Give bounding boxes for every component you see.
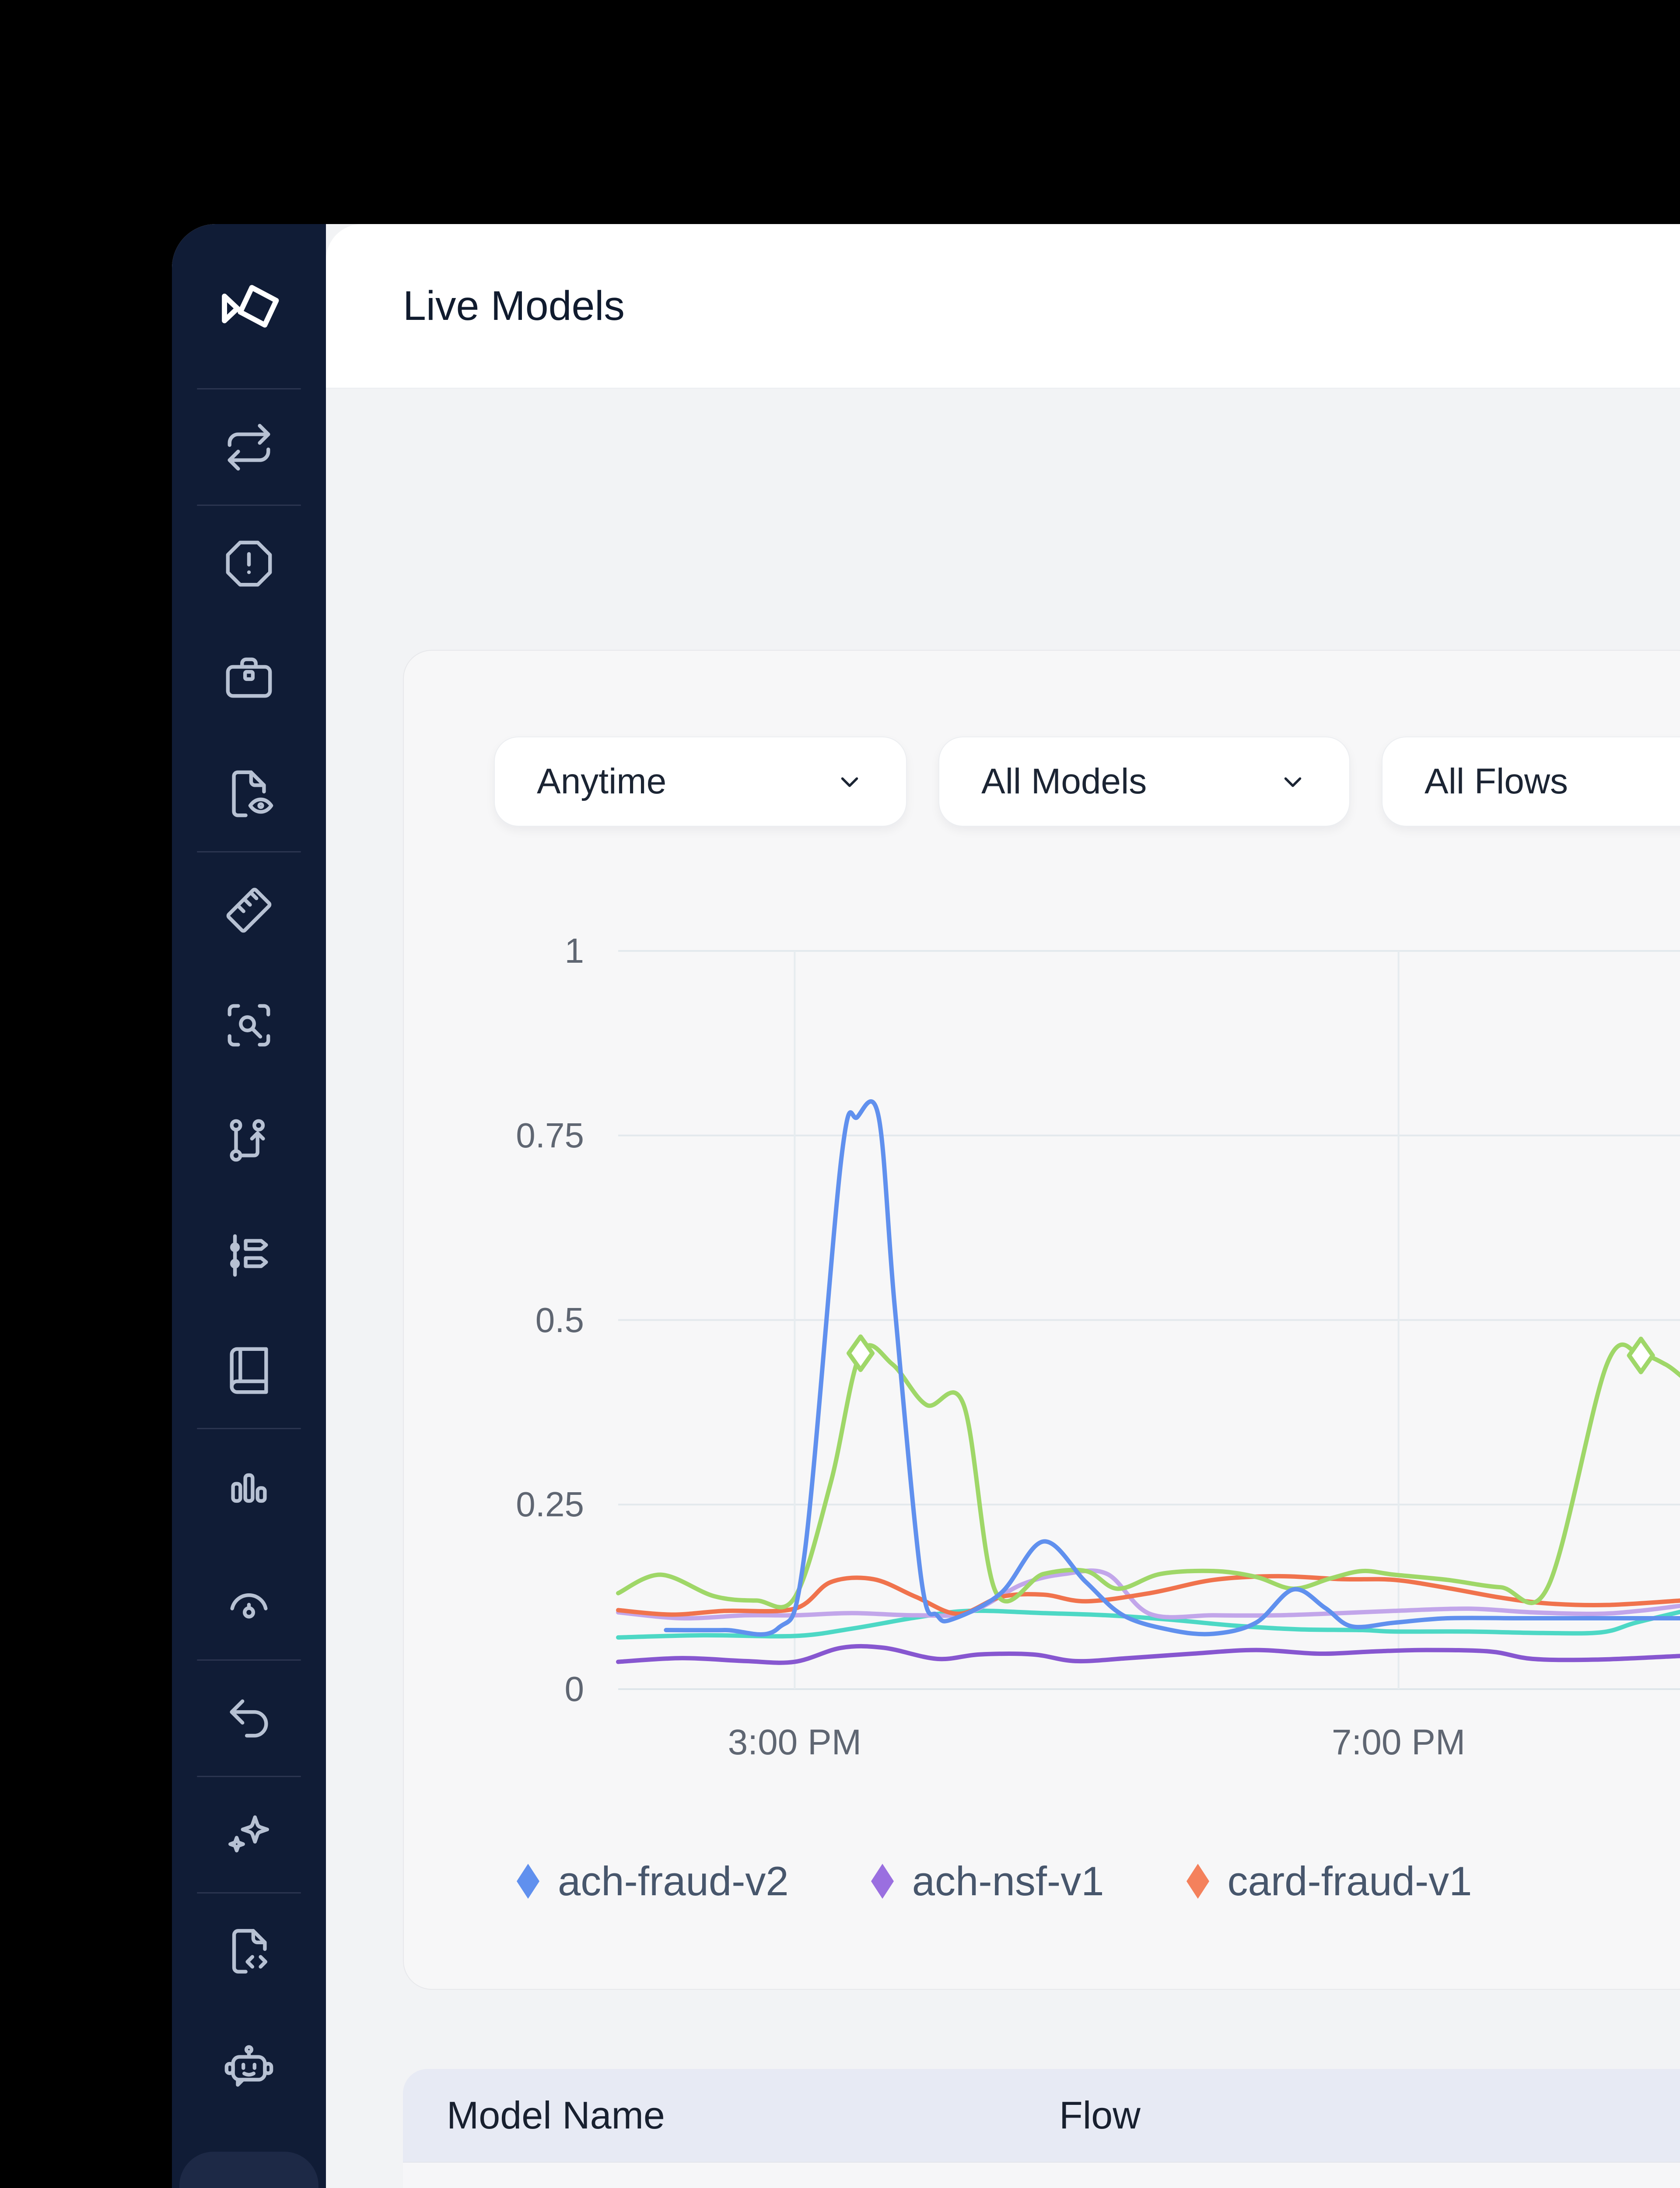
chevron-down-icon	[841, 777, 858, 787]
alert-octagon-icon	[226, 540, 272, 586]
sidebar-item-bar-chart[interactable]	[179, 1429, 318, 1544]
series-blue	[664, 1099, 1680, 1637]
scan-search-icon	[228, 1004, 270, 1046]
sidebar-item-file-code[interactable]	[179, 1893, 318, 2009]
legend-label: ach-fraud-v2	[558, 1858, 789, 1904]
column-header-model-name: Model Name	[447, 2093, 665, 2137]
bar-chart-icon	[231, 1473, 267, 1503]
sidebar-item-timeline-tags[interactable]	[179, 1198, 318, 1313]
models-overview-chart	[616, 950, 1680, 1690]
logo-icon	[222, 285, 279, 328]
series-green	[616, 1342, 1680, 1609]
x-tick: 7:00 PM	[1331, 1722, 1466, 1762]
topbar-title: Live Models	[403, 282, 625, 329]
gauge-icon	[230, 1593, 268, 1619]
route-icon	[230, 1119, 265, 1161]
briefcase-icon	[226, 657, 272, 698]
y-tick-0.75: 0.75	[516, 1115, 584, 1155]
y-tick-1: 1	[564, 931, 584, 970]
sidebar-item-alert-octagon[interactable]	[179, 506, 318, 621]
filter-label: Anytime	[537, 761, 667, 801]
filter-bar: Anytime All Models All Flows	[494, 736, 1680, 827]
sidebar-item-bot[interactable]	[179, 2009, 318, 2124]
sidebar	[172, 224, 326, 2188]
topbar: Live Models	[326, 224, 1680, 389]
main-area: Live Models Models Overview AnytimeAll M…	[326, 224, 1680, 2188]
sparkles-icon	[228, 1815, 269, 1852]
sidebar-active-highlight	[179, 2152, 318, 2188]
models-table-header: Model Name Flow	[403, 2069, 1680, 2162]
file-code-icon	[232, 1929, 268, 1974]
sidebar-item-brain-circuit[interactable]	[179, 2149, 318, 2188]
sidebar-item-file-preview[interactable]	[179, 736, 318, 851]
legend-label: card-fraud-v1	[1227, 1858, 1472, 1904]
legend-label: ach-nsf-v1	[912, 1858, 1104, 1904]
sidebar-item-book[interactable]	[179, 1313, 318, 1428]
app-logo[interactable]	[212, 282, 286, 337]
y-tick-0.25: 0.25	[516, 1485, 584, 1524]
ruler-icon	[226, 887, 272, 933]
data-point-marker	[847, 1334, 875, 1372]
series-violet	[616, 1644, 1680, 1665]
legend-item-card-fraud-v1[interactable]: card-fraud-v1	[1186, 1858, 1472, 1905]
screen: Live Models Models Overview AnytimeAll M…	[0, 0, 1680, 2188]
sidebar-item-sparkles[interactable]	[179, 1777, 318, 1892]
filter-label: All Models	[981, 761, 1147, 801]
chevron-down-icon	[1284, 777, 1302, 787]
sidebar-item-repeat[interactable]	[179, 389, 318, 505]
models-table: Model Name Flow card-fraud-v01CARD-PURCHA…	[403, 2069, 1680, 2188]
column-header-flow: Flow	[1059, 2093, 1141, 2137]
filter-all-models[interactable]: All Models	[938, 736, 1350, 827]
models-overview-card: Anytime All Models All Flows 0 0.25 0.5 0.75 1…	[403, 650, 1680, 1990]
app-window: Live Models Models Overview AnytimeAll M…	[172, 224, 1680, 2188]
filter-label: All Flows	[1424, 761, 1568, 801]
table-row[interactable]: card-fraud-v01CARD-PURCHASE-LIMIT	[403, 2162, 1680, 2188]
y-tick-0.5: 0.5	[535, 1300, 584, 1339]
filter-anytime[interactable]: Anytime	[494, 736, 907, 827]
filter-all-flows[interactable]: All Flows	[1382, 736, 1680, 827]
repeat-icon	[228, 424, 270, 470]
sidebar-item-route[interactable]	[179, 1083, 318, 1198]
data-point-marker	[1627, 1336, 1655, 1375]
sidebar-item-undo[interactable]	[179, 1661, 318, 1776]
sidebar-item-scan-search[interactable]	[179, 968, 318, 1083]
timeline-tags-icon	[230, 1234, 268, 1276]
bot-icon	[224, 2045, 273, 2086]
file-preview-icon	[232, 770, 273, 817]
legend-diamond-icon	[1186, 1864, 1209, 1899]
legend-diamond-icon	[517, 1864, 539, 1899]
chart-y-axis: 0 0.25 0.5 0.75 1	[404, 931, 596, 1708]
x-tick: 3:00 PM	[728, 1722, 862, 1762]
chart-x-axis: 3:00 PM 7:00 PM	[618, 1722, 1680, 1770]
legend-item-ach-nsf-v1[interactable]: ach-nsf-v1	[870, 1858, 1104, 1905]
sidebar-item-briefcase[interactable]	[179, 621, 318, 736]
book-icon	[230, 1347, 268, 1394]
chart-legend: ach-fraud-v2 ach-nsf-v1 card-fraud-v1	[516, 1858, 1680, 1905]
legend-item-ach-fraud-v2[interactable]: ach-fraud-v2	[516, 1858, 789, 1905]
legend-diamond-icon	[871, 1864, 894, 1899]
undo-icon	[230, 1699, 268, 1738]
sidebar-item-ruler[interactable]	[179, 852, 318, 968]
y-tick-0: 0	[564, 1669, 584, 1708]
sidebar-item-gauge[interactable]	[179, 1544, 318, 1659]
